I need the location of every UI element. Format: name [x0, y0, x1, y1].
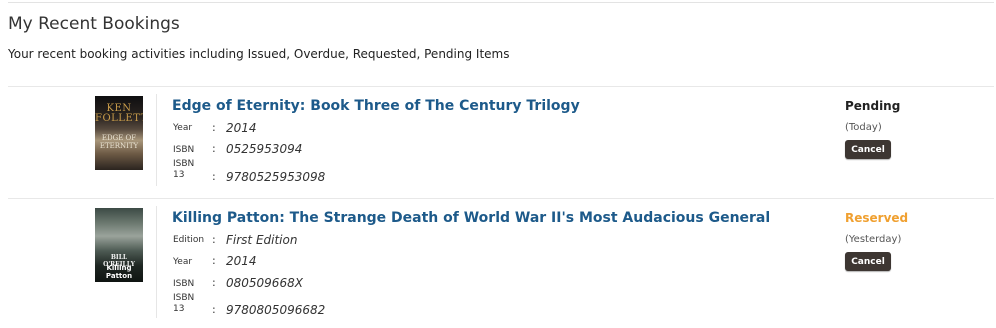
field-colon: : — [212, 254, 216, 267]
field-colon: : — [212, 142, 216, 155]
field-colon: : — [212, 170, 216, 183]
cancel-button[interactable]: Cancel — [845, 140, 891, 159]
book-cover-image[interactable]: KEN FOLLETT EDGE OF ETERNITY — [95, 96, 143, 170]
status-label: Reserved — [845, 211, 909, 225]
year-label: Year — [173, 257, 193, 267]
section-divider — [8, 198, 994, 199]
field-colon: : — [212, 303, 216, 316]
isbn-value: 0525953094 — [226, 142, 303, 156]
book-cover-image[interactable]: BILL O'REILLY Killing Patton — [95, 208, 143, 282]
page-subtitle: Your recent booking activities including… — [8, 47, 510, 61]
cancel-button[interactable]: Cancel — [845, 252, 891, 271]
isbn13-label: ISBN 13 — [173, 159, 195, 180]
cover-author-text: KEN FOLLETT — [95, 103, 143, 124]
status-label: Pending — [845, 99, 901, 113]
section-divider — [8, 86, 994, 87]
year-value: 2014 — [226, 121, 257, 135]
isbn13-value: 9780525953098 — [226, 170, 326, 184]
field-colon: : — [212, 233, 216, 246]
cover-title-text: Killing Patton — [105, 264, 133, 280]
top-divider — [8, 2, 994, 3]
cover-title-text: EDGE OF ETERNITY — [99, 134, 139, 150]
vertical-divider — [156, 206, 157, 318]
edition-value: First Edition — [226, 233, 298, 247]
year-label: Year — [173, 123, 193, 133]
isbn-value: 080509668X — [226, 276, 303, 290]
vertical-divider — [156, 94, 157, 186]
status-time: (Yesterday) — [845, 234, 902, 245]
status-time: (Today) — [845, 122, 882, 133]
book-title-link[interactable]: Killing Patton: The Strange Death of Wor… — [172, 210, 770, 226]
page-title: My Recent Bookings — [8, 14, 180, 34]
isbn13-label: ISBN 13 — [173, 293, 195, 314]
isbn13-value: 9780805096682 — [226, 303, 326, 317]
isbn-label: ISBN — [173, 279, 195, 289]
isbn-label: ISBN — [173, 145, 195, 155]
year-value: 2014 — [226, 254, 257, 268]
book-title-link[interactable]: Edge of Eternity: Book Three of The Cent… — [172, 98, 580, 114]
field-colon: : — [212, 121, 216, 134]
field-colon: : — [212, 276, 216, 289]
edition-label: Edition — [173, 235, 205, 245]
